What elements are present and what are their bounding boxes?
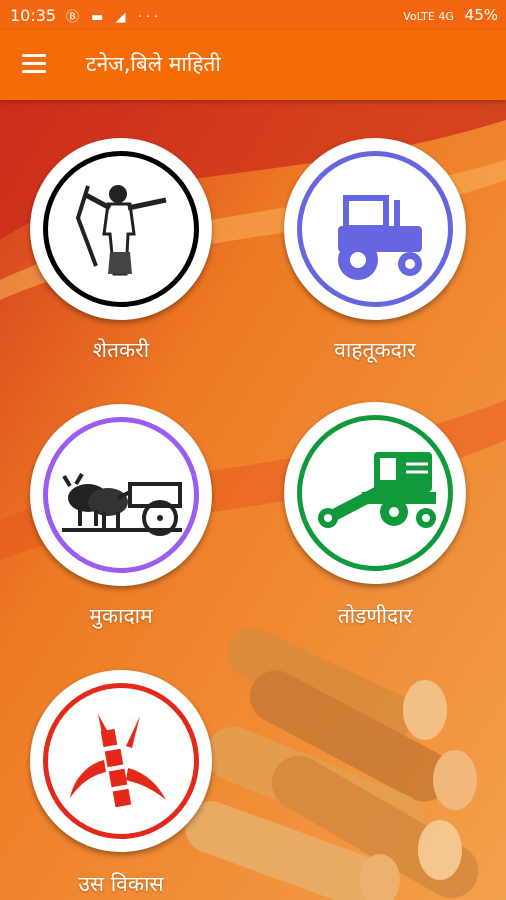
status-right: VoLTE 4G 45% (403, 6, 498, 24)
farmer-icon (75, 185, 167, 276)
app-bar: टनेज,बिले माहिती (0, 30, 506, 100)
bullock-cart-icon (62, 472, 182, 536)
notification-icons: Ⓑ ▬ ◢ ··· (66, 10, 163, 25)
tile-mukadam[interactable]: मुकादाम (30, 404, 212, 646)
tile-label: तोडणीदार (337, 604, 413, 628)
signal-icon: VoLTE 4G (403, 10, 454, 23)
sugarcane-icon (70, 714, 166, 808)
status-time: 10:35 (10, 6, 57, 25)
status-bar: 10:35 Ⓑ ▬ ◢ ··· VoLTE 4G 45% (0, 0, 506, 30)
tile-circle (30, 138, 212, 320)
tile-label: शेतकरी (92, 338, 150, 362)
tile-circle (284, 138, 466, 320)
battery-level: 45% (464, 6, 498, 24)
tile-circle (30, 670, 212, 852)
tile-label: उस विकास (78, 872, 164, 896)
app-title: टनेज,बिले माहिती (86, 52, 221, 76)
tractor-icon (338, 195, 422, 280)
tile-harvester-contractor[interactable]: तोडणीदार (284, 402, 466, 646)
tile-ring (43, 151, 199, 307)
tile-sugarcane-development[interactable]: उस विकास (30, 670, 212, 900)
tile-circle (284, 402, 466, 584)
tile-farmer[interactable]: शेतकरी (30, 138, 212, 380)
tile-ring (43, 417, 199, 573)
tile-ring (297, 415, 453, 571)
harvester-icon (318, 452, 436, 528)
tile-label: मुकादाम (89, 604, 153, 628)
tile-ring (43, 683, 199, 839)
tile-circle (30, 404, 212, 586)
tile-label: वाहतूकदार (334, 338, 416, 362)
tile-ring (297, 151, 453, 307)
hamburger-menu-icon[interactable] (22, 54, 46, 74)
tile-transporter[interactable]: वाहतूकदार (284, 138, 466, 380)
